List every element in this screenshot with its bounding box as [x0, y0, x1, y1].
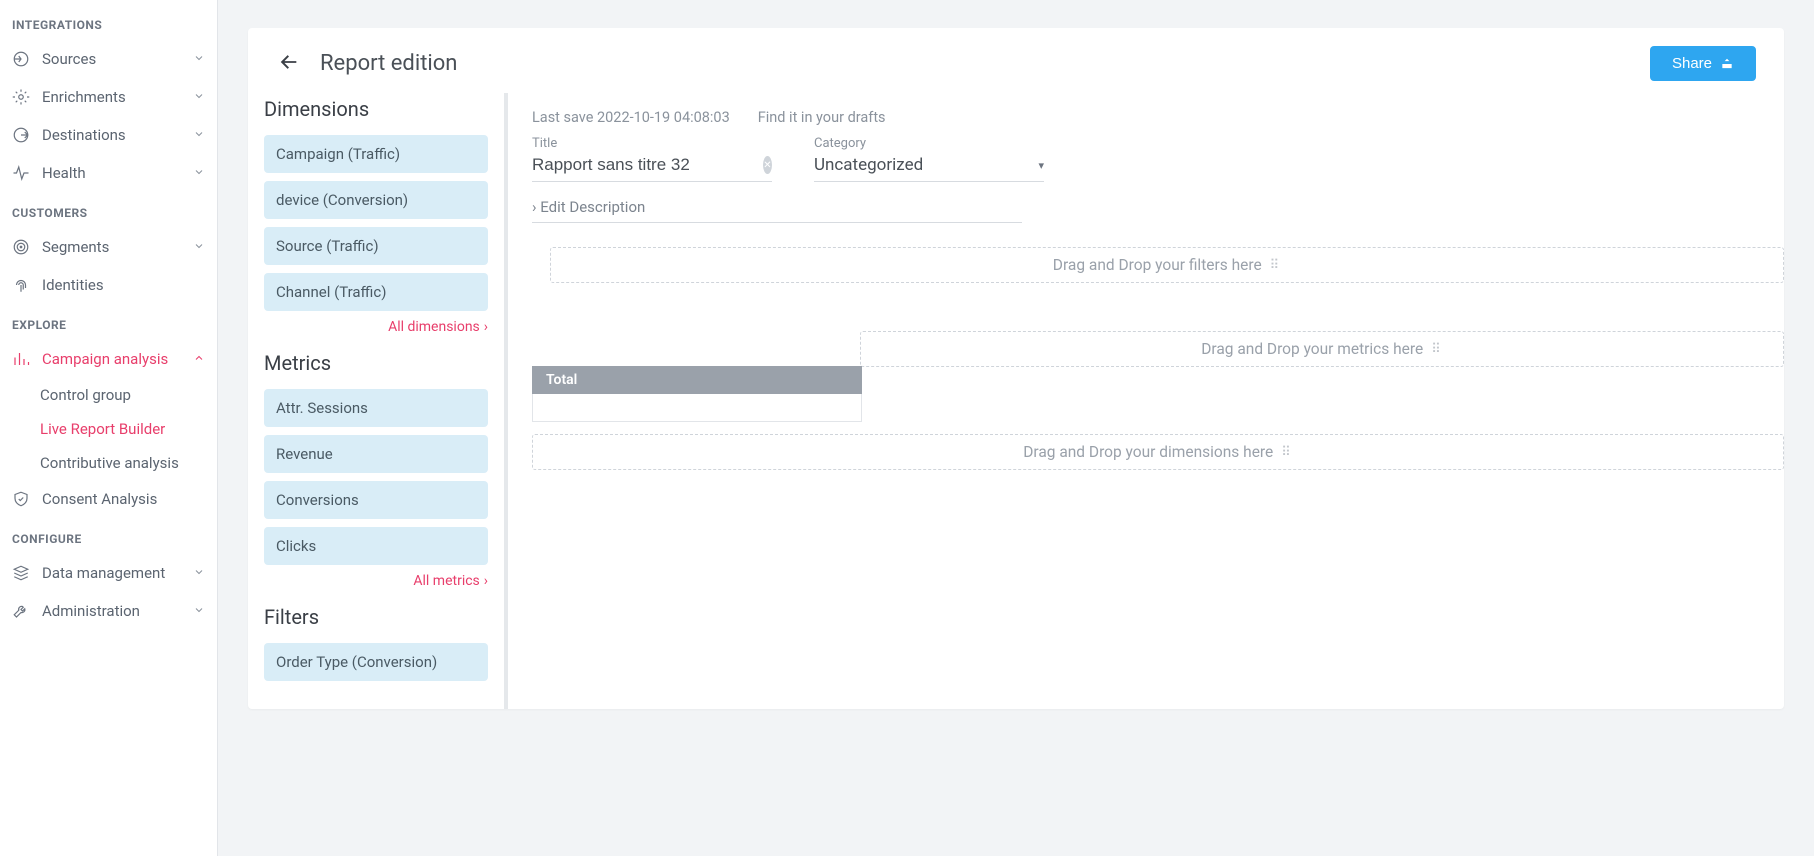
wrench-icon: [12, 602, 30, 620]
edit-description-toggle[interactable]: Edit Description: [532, 192, 1022, 223]
activity-icon: [12, 164, 30, 182]
sidebar-item-sources[interactable]: Sources: [0, 40, 217, 78]
dimension-chip[interactable]: device (Conversion): [264, 181, 488, 219]
sidebar-section-explore: EXPLORE: [0, 304, 217, 340]
sidebar: INTEGRATIONS Sources Enrichments Destina…: [0, 0, 218, 856]
fingerprint-icon: [12, 276, 30, 294]
report-editor: Last save 2022-10-19 04:08:03 Find it in…: [508, 93, 1784, 709]
sidebar-section-customers: CUSTOMERS: [0, 192, 217, 228]
metrics-title: Metrics: [264, 351, 488, 375]
title-input[interactable]: [532, 155, 753, 175]
sidebar-item-health[interactable]: Health: [0, 154, 217, 192]
sidebar-item-campaign-analysis[interactable]: Campaign analysis: [0, 340, 217, 378]
metrics-dropzone-label: Drag and Drop your metrics here: [1201, 340, 1423, 358]
chevron-down-icon: [193, 164, 205, 182]
chevron-down-icon: [193, 238, 205, 256]
dimension-chip[interactable]: Channel (Traffic): [264, 273, 488, 311]
sidebar-item-label: Sources: [42, 50, 96, 68]
find-in-drafts-link[interactable]: Find it in your drafts: [758, 109, 886, 126]
back-button[interactable]: [276, 51, 302, 77]
card-header: Report edition Share: [248, 28, 1784, 93]
sidebar-item-label: Campaign analysis: [42, 350, 168, 368]
sidebar-sub-live-report-builder[interactable]: Live Report Builder: [0, 412, 217, 446]
grip-icon: ⠿: [1270, 258, 1282, 273]
page-title: Report edition: [320, 51, 457, 76]
sidebar-item-label: Segments: [42, 238, 109, 256]
sidebar-item-destinations[interactable]: Destinations: [0, 116, 217, 154]
sidebar-item-data-management[interactable]: Data management: [0, 554, 217, 592]
metric-chip[interactable]: Revenue: [264, 435, 488, 473]
metric-chip[interactable]: Attr. Sessions: [264, 389, 488, 427]
clear-title-button[interactable]: [763, 156, 772, 174]
total-placeholder-row: [532, 394, 862, 422]
sidebar-item-label: Destinations: [42, 126, 126, 144]
sidebar-section-integrations: INTEGRATIONS: [0, 4, 217, 40]
sidebar-item-enrichments[interactable]: Enrichments: [0, 78, 217, 116]
metrics-dropzone[interactable]: Drag and Drop your metrics here ⠿: [860, 331, 1784, 367]
main-area: Report edition Share Dimensions Campaign…: [218, 0, 1814, 856]
logout-icon: [12, 126, 30, 144]
bar-chart-icon: [12, 350, 30, 368]
target-icon: [12, 238, 30, 256]
category-value: Uncategorized: [814, 155, 923, 175]
layers-icon: [12, 564, 30, 582]
dimensions-dropzone-label: Drag and Drop your dimensions here: [1023, 443, 1273, 461]
shield-icon: [12, 490, 30, 508]
sidebar-item-administration[interactable]: Administration: [0, 592, 217, 630]
gear-icon: [12, 88, 30, 106]
sidebar-item-identities[interactable]: Identities: [0, 266, 217, 304]
chevron-down-icon: [193, 126, 205, 144]
total-header: Total: [532, 366, 862, 394]
last-save-text: Last save 2022-10-19 04:08:03: [532, 109, 730, 126]
metric-chip[interactable]: Clicks: [264, 527, 488, 565]
sidebar-section-configure: CONFIGURE: [0, 518, 217, 554]
chevron-right-icon: ›: [484, 573, 488, 589]
filters-title: Filters: [264, 605, 488, 629]
chevron-up-icon: [193, 350, 205, 368]
sidebar-item-label: Enrichments: [42, 88, 126, 106]
dimension-chip[interactable]: Source (Traffic): [264, 227, 488, 265]
dimension-chip[interactable]: Campaign (Traffic): [264, 135, 488, 173]
dimensions-title: Dimensions: [264, 97, 488, 121]
fields-panel: Dimensions Campaign (Traffic) device (Co…: [248, 93, 508, 709]
grip-icon: ⠿: [1281, 445, 1293, 460]
chevron-right-icon: ›: [484, 319, 488, 335]
chevron-down-icon: [193, 88, 205, 106]
filters-dropzone[interactable]: Drag and Drop your filters here ⠿: [550, 247, 1784, 283]
title-label: Title: [532, 136, 772, 151]
chevron-down-icon: [193, 50, 205, 68]
all-metrics-link[interactable]: All metrics›: [264, 573, 488, 589]
chevron-down-icon: [193, 564, 205, 582]
chevron-down-icon: [193, 602, 205, 620]
sidebar-item-segments[interactable]: Segments: [0, 228, 217, 266]
sidebar-sub-control-group[interactable]: Control group: [0, 378, 217, 412]
all-dimensions-link[interactable]: All dimensions›: [264, 319, 488, 335]
total-label: Total: [546, 372, 577, 388]
report-card: Report edition Share Dimensions Campaign…: [248, 28, 1784, 709]
filter-chip[interactable]: Order Type (Conversion): [264, 643, 488, 681]
share-button-label: Share: [1672, 55, 1712, 72]
share-button[interactable]: Share: [1650, 46, 1756, 81]
sidebar-item-label: Data management: [42, 564, 165, 582]
login-icon: [12, 50, 30, 68]
grip-icon: ⠿: [1431, 342, 1443, 357]
meta-row: Last save 2022-10-19 04:08:03 Find it in…: [532, 109, 1784, 126]
sidebar-item-label: Administration: [42, 602, 140, 620]
filters-dropzone-label: Drag and Drop your filters here: [1053, 256, 1262, 274]
metric-chip[interactable]: Conversions: [264, 481, 488, 519]
share-icon: [1720, 57, 1734, 71]
caret-down-icon: ▾: [1038, 159, 1044, 172]
dimensions-dropzone[interactable]: Drag and Drop your dimensions here ⠿: [532, 434, 1784, 470]
sidebar-item-label: Health: [42, 164, 86, 182]
sidebar-item-consent-analysis[interactable]: Consent Analysis: [0, 480, 217, 518]
category-select[interactable]: Uncategorized ▾: [814, 153, 1044, 182]
sidebar-item-label: Identities: [42, 276, 104, 294]
sidebar-sub-contributive-analysis[interactable]: Contributive analysis: [0, 446, 217, 480]
category-label: Category: [814, 136, 1044, 151]
sidebar-item-label: Consent Analysis: [42, 490, 157, 508]
